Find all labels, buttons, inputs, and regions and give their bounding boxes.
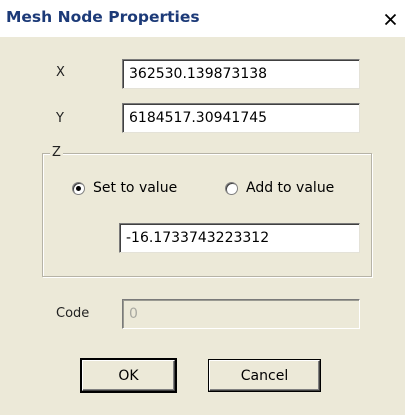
code-label: Code (56, 306, 90, 321)
y-label: Y (56, 111, 64, 126)
x-input[interactable]: 362530.139873138 (122, 59, 360, 89)
code-input: 0 (122, 299, 360, 329)
add-to-value-label: Add to value (246, 180, 335, 196)
set-to-value-radio[interactable]: Set to value (72, 180, 177, 196)
cancel-button[interactable]: Cancel (209, 360, 320, 391)
z-groupbox (42, 153, 372, 277)
x-label: X (56, 65, 65, 80)
add-to-value-radio[interactable]: Add to value (225, 180, 334, 196)
title-bar[interactable]: Mesh Node Properties (0, 0, 405, 37)
radio-checked-icon (72, 181, 85, 195)
y-input[interactable]: 6184517.30941745 (122, 103, 360, 133)
set-to-value-label: Set to value (93, 180, 178, 196)
ok-button[interactable]: OK (82, 360, 175, 391)
dialog-title: Mesh Node Properties (6, 8, 200, 26)
close-button[interactable] (378, 8, 402, 30)
z-value-input[interactable]: -16.1733743223312 (119, 223, 360, 253)
z-group-label: Z (50, 145, 63, 160)
radio-unchecked-icon (225, 181, 238, 195)
close-icon (384, 13, 397, 26)
mesh-node-properties-dialog: Mesh Node Properties X 362530.139873138 … (0, 0, 405, 415)
